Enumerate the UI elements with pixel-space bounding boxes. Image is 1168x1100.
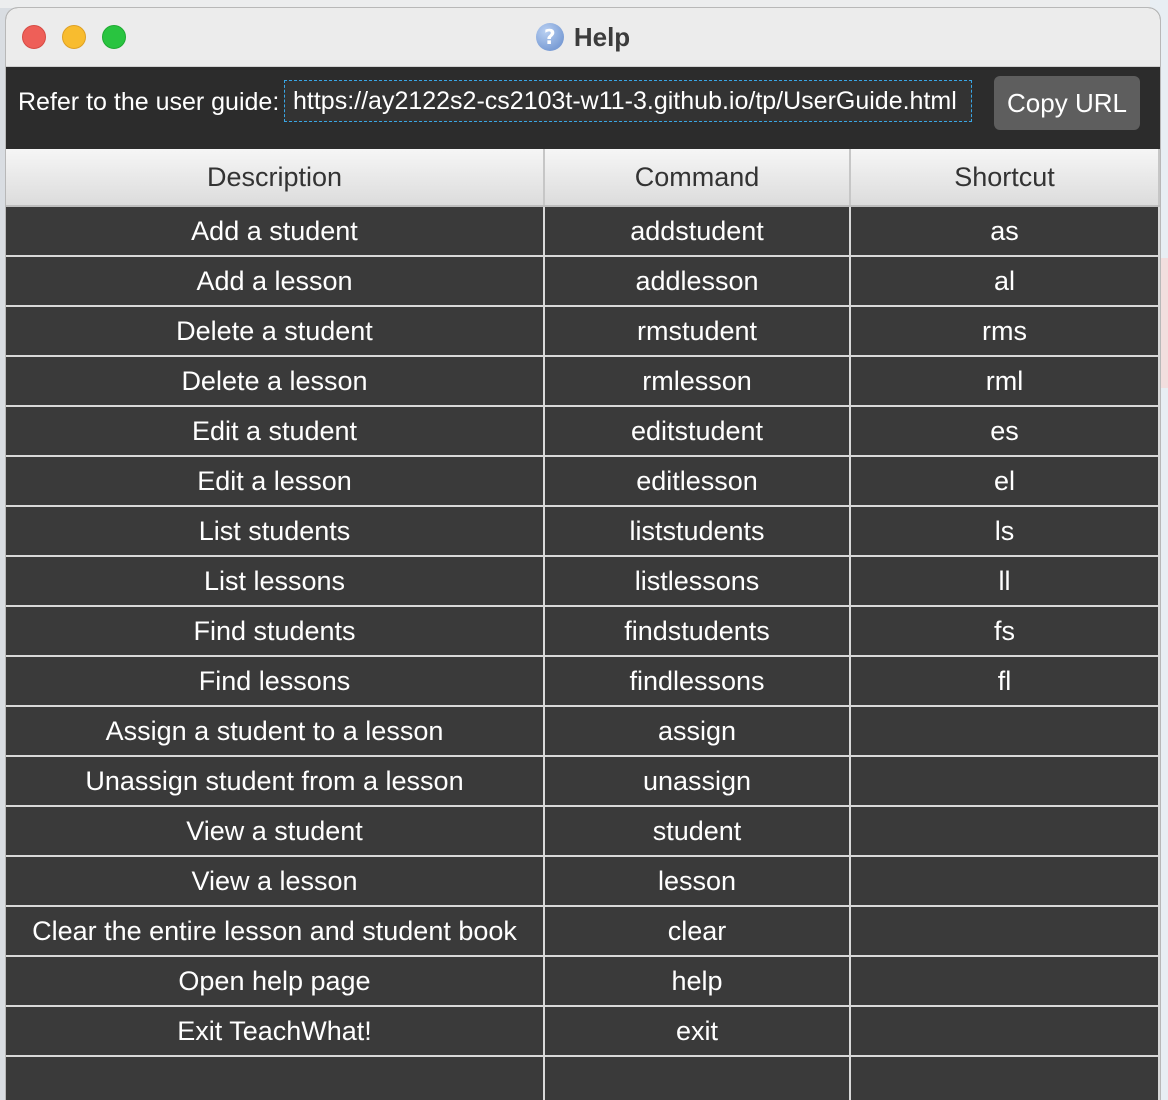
command-cell: clear bbox=[545, 907, 851, 955]
empty-cell bbox=[545, 1057, 851, 1100]
shortcut-cell bbox=[851, 707, 1160, 755]
column-header-shortcut[interactable]: Shortcut bbox=[851, 149, 1160, 205]
command-cell: help bbox=[545, 957, 851, 1005]
command-cell: student bbox=[545, 807, 851, 855]
shortcut-cell: al bbox=[851, 257, 1160, 305]
description-cell: Edit a lesson bbox=[6, 457, 545, 505]
shortcut-cell bbox=[851, 1007, 1160, 1055]
shortcut-cell: ls bbox=[851, 507, 1160, 555]
empty-cell bbox=[851, 1057, 1160, 1100]
command-cell: editlesson bbox=[545, 457, 851, 505]
command-cell: findlessons bbox=[545, 657, 851, 705]
command-cell: addlesson bbox=[545, 257, 851, 305]
shortcut-cell bbox=[851, 907, 1160, 955]
background-window-edge bbox=[0, 0, 1168, 8]
user-guide-label: Refer to the user guide: bbox=[18, 88, 280, 116]
description-cell: View a student bbox=[6, 807, 545, 855]
shortcut-cell: rms bbox=[851, 307, 1160, 355]
copy-url-button[interactable]: Copy URL bbox=[994, 76, 1140, 130]
table-row[interactable]: Assign a student to a lesson assign bbox=[6, 707, 1160, 757]
description-cell: Assign a student to a lesson bbox=[6, 707, 545, 755]
command-cell: rmlesson bbox=[545, 357, 851, 405]
command-cell: addstudent bbox=[545, 207, 851, 255]
description-cell: Delete a lesson bbox=[6, 357, 545, 405]
description-cell: List lessons bbox=[6, 557, 545, 605]
window-title: Help bbox=[573, 21, 631, 52]
table-row[interactable]: Find lessons findlessons fl bbox=[6, 657, 1160, 707]
table-row[interactable]: Edit a student editstudent es bbox=[6, 407, 1160, 457]
command-cell: liststudents bbox=[545, 507, 851, 555]
shortcut-cell bbox=[851, 807, 1160, 855]
shortcut-cell bbox=[851, 957, 1160, 1005]
empty-table-row bbox=[6, 1057, 1160, 1100]
shortcut-cell: fl bbox=[851, 657, 1160, 705]
shortcut-cell: fs bbox=[851, 607, 1160, 655]
description-cell: List students bbox=[6, 507, 545, 555]
table-row[interactable]: Find students findstudents fs bbox=[6, 607, 1160, 657]
column-header-description[interactable]: Description bbox=[6, 149, 545, 205]
description-cell: Clear the entire lesson and student book bbox=[6, 907, 545, 955]
shortcut-cell: el bbox=[851, 457, 1160, 505]
table-body: Add a student addstudent as Add a lesson ad… bbox=[6, 207, 1160, 1100]
command-cell: findstudents bbox=[545, 607, 851, 655]
command-cell: listlessons bbox=[545, 557, 851, 605]
description-cell: Find lessons bbox=[6, 657, 545, 705]
table-row[interactable]: Unassign student from a lesson unassign bbox=[6, 757, 1160, 807]
shortcut-cell: as bbox=[851, 207, 1160, 255]
question-mark-icon: ? bbox=[535, 23, 564, 51]
command-cell: assign bbox=[545, 707, 851, 755]
empty-cell bbox=[6, 1057, 545, 1100]
shortcut-cell: ll bbox=[851, 557, 1160, 605]
table-row[interactable]: View a lesson lesson bbox=[6, 857, 1160, 907]
table-row[interactable]: List lessons listlessons ll bbox=[6, 557, 1160, 607]
table-row[interactable]: View a student student bbox=[6, 807, 1160, 857]
command-cell: lesson bbox=[545, 857, 851, 905]
title-bar[interactable]: ? Help bbox=[6, 8, 1160, 67]
command-cell: editstudent bbox=[545, 407, 851, 455]
table-row[interactable]: Add a lesson addlesson al bbox=[6, 257, 1160, 307]
description-cell: Find students bbox=[6, 607, 545, 655]
table-row[interactable]: Exit TeachWhat! exit bbox=[6, 1007, 1160, 1057]
command-cell: exit bbox=[545, 1007, 851, 1055]
command-cell: rmstudent bbox=[545, 307, 851, 355]
help-window: ? Help Refer to the user guide: Copy URL… bbox=[6, 8, 1160, 1100]
shortcut-cell bbox=[851, 757, 1160, 805]
description-cell: View a lesson bbox=[6, 857, 545, 905]
table-row[interactable]: Edit a lesson editlesson el bbox=[6, 457, 1160, 507]
description-cell: Delete a student bbox=[6, 307, 545, 355]
description-cell: Unassign student from a lesson bbox=[6, 757, 545, 805]
table-row[interactable]: Add a student addstudent as bbox=[6, 207, 1160, 257]
table-row[interactable]: Clear the entire lesson and student book… bbox=[6, 907, 1160, 957]
table-row[interactable]: Open help page help bbox=[6, 957, 1160, 1007]
shortcut-cell: es bbox=[851, 407, 1160, 455]
window-title-group: ? Help bbox=[6, 8, 1160, 66]
description-cell: Add a student bbox=[6, 207, 545, 255]
description-cell: Exit TeachWhat! bbox=[6, 1007, 545, 1055]
table-row[interactable]: Delete a student rmstudent rms bbox=[6, 307, 1160, 357]
commands-table: Description Command Shortcut Add a stude… bbox=[6, 149, 1160, 1100]
shortcut-cell bbox=[851, 857, 1160, 905]
user-guide-bar: Refer to the user guide: Copy URL bbox=[6, 67, 1160, 149]
description-cell: Edit a student bbox=[6, 407, 545, 455]
table-header: Description Command Shortcut bbox=[6, 149, 1160, 207]
column-header-command[interactable]: Command bbox=[545, 149, 851, 205]
command-cell: unassign bbox=[545, 757, 851, 805]
shortcut-cell: rml bbox=[851, 357, 1160, 405]
description-cell: Add a lesson bbox=[6, 257, 545, 305]
table-row[interactable]: List students liststudents ls bbox=[6, 507, 1160, 557]
table-row[interactable]: Delete a lesson rmlesson rml bbox=[6, 357, 1160, 407]
user-guide-url-field[interactable] bbox=[284, 80, 972, 122]
description-cell: Open help page bbox=[6, 957, 545, 1005]
